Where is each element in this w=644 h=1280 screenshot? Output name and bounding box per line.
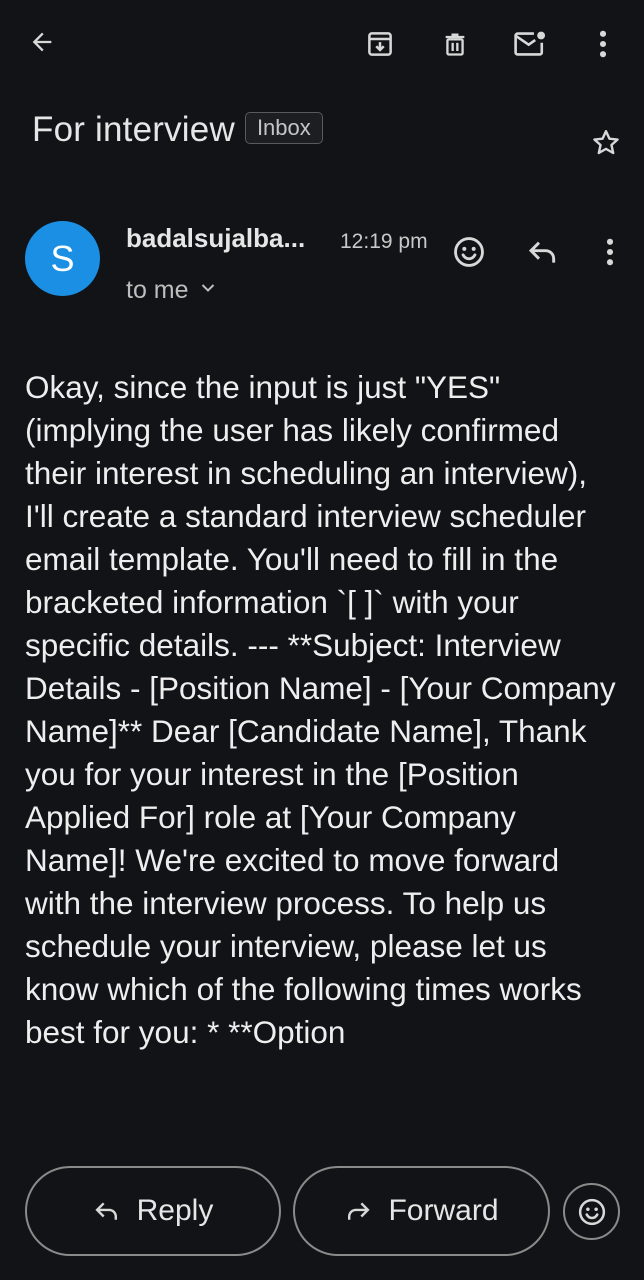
star-outline-icon	[593, 130, 619, 155]
reply-icon	[528, 241, 556, 263]
archive-icon	[368, 32, 392, 56]
archive-button[interactable]	[358, 22, 402, 66]
star-button[interactable]	[584, 121, 628, 165]
recipient-details-toggle[interactable]: to me	[126, 276, 215, 305]
reply-icon	[95, 1202, 117, 1220]
emoji-reaction-button[interactable]	[563, 1183, 620, 1240]
mail-unread-icon	[514, 31, 546, 56]
forward-icon	[348, 1202, 371, 1220]
inbox-label-chip[interactable]: Inbox	[244, 112, 323, 144]
forward-button[interactable]: Forward	[293, 1166, 550, 1256]
reply-button[interactable]: Reply	[25, 1166, 281, 1256]
message-body: Okay, since the input is just "YES" (imp…	[25, 369, 616, 1050]
back-button[interactable]	[20, 20, 64, 64]
sender-avatar[interactable]: S	[25, 221, 100, 296]
more-vertical-icon	[606, 238, 614, 266]
add-reaction-button[interactable]	[447, 230, 491, 274]
subject-row: For interview Inbox	[32, 110, 323, 150]
mark-unread-button[interactable]	[508, 22, 552, 66]
forward-button-label: Forward	[388, 1194, 499, 1227]
smiley-icon	[578, 1198, 605, 1225]
message-more-button[interactable]	[588, 230, 632, 274]
arrow-left-icon	[32, 32, 52, 52]
chevron-down-icon	[201, 283, 214, 292]
sender-name[interactable]: badalsujalba...	[126, 223, 305, 254]
more-options-button[interactable]	[581, 22, 625, 66]
recipient-text: to me	[126, 276, 189, 304]
delete-button[interactable]	[433, 22, 477, 66]
reply-icon-button[interactable]	[521, 230, 565, 274]
more-vertical-icon	[599, 30, 607, 58]
reply-button-label: Reply	[136, 1194, 214, 1227]
trash-icon	[445, 33, 465, 56]
message-time: 12:19 pm	[340, 230, 428, 253]
subject-title: For interview	[32, 110, 235, 149]
smiley-icon	[454, 237, 484, 267]
